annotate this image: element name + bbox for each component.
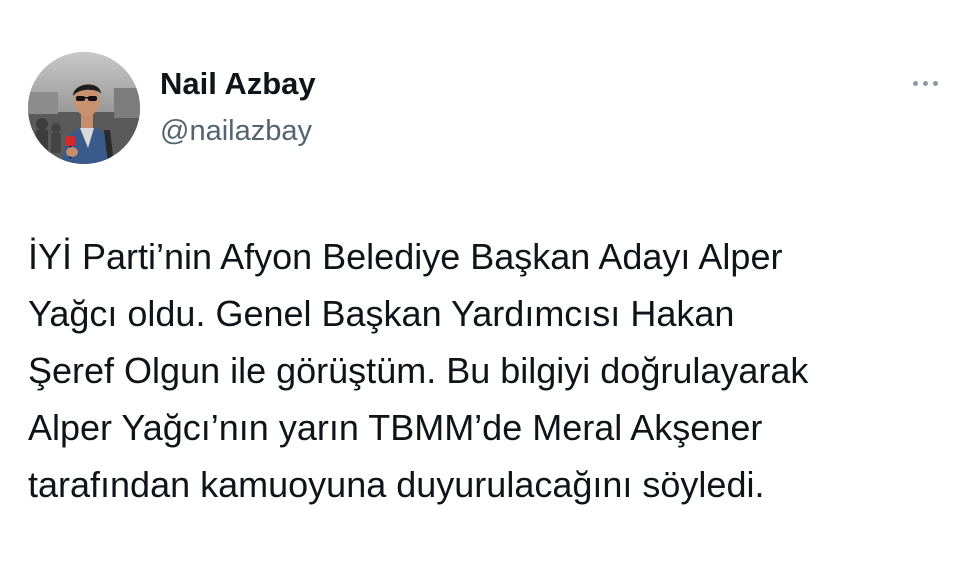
more-horizontal-icon-dot bbox=[922, 80, 928, 86]
author-handle[interactable]: @nailazbay bbox=[160, 114, 312, 148]
tweet-text-line: İYİ Parti’nin Afyon Belediye Başkan Aday… bbox=[28, 236, 783, 277]
more-options-button[interactable] bbox=[900, 70, 950, 96]
author-name[interactable]: Nail Azbay bbox=[160, 66, 316, 102]
tweet-text-line: Yağcı oldu. Genel Başkan Yardımcısı Haka… bbox=[28, 293, 735, 334]
avatar-photo bbox=[28, 52, 140, 164]
author-avatar[interactable] bbox=[28, 52, 140, 164]
tweet-card: Nail Azbay @nailazbay İYİ Parti’nin Afyo… bbox=[0, 0, 974, 562]
tweet-text: İYİ Parti’nin Afyon Belediye Başkan Aday… bbox=[28, 228, 948, 513]
tweet-text-line: Alper Yağcı’nın yarın TBMM’de Meral Akşe… bbox=[28, 407, 763, 448]
tweet-text-line: Şeref Olgun ile görüştüm. Bu bilgiyi doğ… bbox=[28, 350, 809, 391]
more-horizontal-icon bbox=[912, 80, 918, 86]
more-horizontal-icon-dot bbox=[932, 80, 938, 86]
tweet-text-line: tarafından kamuoyuna duyurulacağını söyl… bbox=[28, 464, 765, 505]
